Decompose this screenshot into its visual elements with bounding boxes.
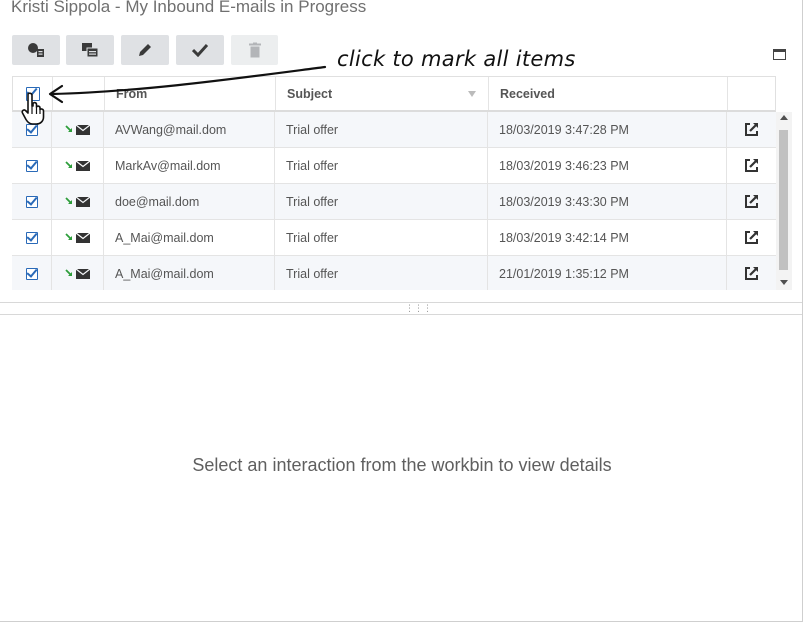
row-checkbox-cell[interactable] bbox=[12, 184, 52, 219]
row-received: 18/03/2019 3:46:23 PM bbox=[488, 148, 727, 183]
column-header-subject-label: Subject bbox=[287, 86, 333, 101]
panel-splitter[interactable]: ⋮⋮⋮ bbox=[0, 302, 802, 315]
edit-button[interactable] bbox=[121, 35, 169, 65]
workbin-move-icon bbox=[82, 43, 99, 58]
open-external-icon[interactable] bbox=[744, 158, 759, 173]
details-empty-message: Select an interaction from the workbin t… bbox=[192, 455, 612, 475]
row-open-cell[interactable] bbox=[727, 220, 776, 255]
workbin-grid: From Subject Received AVWang@mail.dom Tr… bbox=[12, 76, 776, 290]
annotation-callout: click to mark all items bbox=[337, 47, 576, 71]
inbound-email-icon bbox=[64, 232, 90, 243]
header-action-column bbox=[728, 77, 776, 110]
scroll-down-icon[interactable] bbox=[780, 280, 788, 285]
row-type-cell bbox=[52, 256, 104, 290]
row-open-cell[interactable] bbox=[727, 256, 776, 290]
row-subject: Trial offer bbox=[275, 184, 488, 219]
table-row[interactable]: A_Mai@mail.dom Trial offer 21/01/2019 1:… bbox=[12, 256, 776, 290]
grid-header-row: From Subject Received bbox=[12, 76, 776, 112]
open-external-icon[interactable] bbox=[744, 122, 759, 137]
edit-pencil-icon bbox=[139, 44, 151, 56]
inbound-email-icon bbox=[64, 268, 90, 279]
row-subject: Trial offer bbox=[275, 256, 488, 290]
row-from: MarkAv@mail.dom bbox=[104, 148, 275, 183]
row-from: A_Mai@mail.dom bbox=[104, 256, 275, 290]
column-header-received[interactable]: Received bbox=[489, 77, 728, 110]
move-to-workbin-button[interactable] bbox=[66, 35, 114, 65]
grid-scrollbar[interactable] bbox=[776, 112, 792, 290]
scroll-thumb[interactable] bbox=[779, 130, 788, 270]
row-received: 18/03/2019 3:43:30 PM bbox=[488, 184, 727, 219]
inbound-email-icon bbox=[64, 196, 90, 207]
row-from: A_Mai@mail.dom bbox=[104, 220, 275, 255]
inbound-email-icon bbox=[64, 124, 90, 135]
mark-done-button[interactable] bbox=[176, 35, 224, 65]
column-header-from[interactable]: From bbox=[105, 77, 276, 110]
row-from: AVWang@mail.dom bbox=[104, 112, 275, 147]
row-from: doe@mail.dom bbox=[104, 184, 275, 219]
row-checkbox[interactable] bbox=[25, 195, 38, 208]
scroll-up-icon[interactable] bbox=[780, 115, 788, 120]
inbound-email-icon bbox=[64, 160, 90, 171]
row-open-cell[interactable] bbox=[727, 184, 776, 219]
row-open-cell[interactable] bbox=[727, 148, 776, 183]
row-received: 18/03/2019 3:42:14 PM bbox=[488, 220, 727, 255]
table-row[interactable]: A_Mai@mail.dom Trial offer 18/03/2019 3:… bbox=[12, 220, 776, 256]
maximize-icon[interactable] bbox=[773, 49, 786, 60]
table-row[interactable]: MarkAv@mail.dom Trial offer 18/03/2019 3… bbox=[12, 148, 776, 184]
transfer-button[interactable] bbox=[12, 35, 60, 65]
row-open-cell[interactable] bbox=[727, 112, 776, 147]
table-row[interactable]: doe@mail.dom Trial offer 18/03/2019 3:43… bbox=[12, 184, 776, 220]
row-subject: Trial offer bbox=[275, 148, 488, 183]
row-received: 18/03/2019 3:47:28 PM bbox=[488, 112, 727, 147]
row-checkbox[interactable] bbox=[25, 159, 38, 172]
row-type-cell bbox=[52, 184, 104, 219]
row-checkbox[interactable] bbox=[25, 231, 38, 244]
grip-icon[interactable]: ⋮⋮⋮ bbox=[405, 304, 432, 313]
table-row[interactable]: AVWang@mail.dom Trial offer 18/03/2019 3… bbox=[12, 112, 776, 148]
row-checkbox-cell[interactable] bbox=[12, 220, 52, 255]
column-header-subject[interactable]: Subject bbox=[276, 77, 489, 110]
row-checkbox-cell[interactable] bbox=[12, 148, 52, 183]
delete-trash-icon bbox=[248, 42, 261, 58]
row-type-cell bbox=[52, 148, 104, 183]
row-received: 21/01/2019 1:35:12 PM bbox=[488, 256, 727, 290]
row-type-cell bbox=[52, 220, 104, 255]
sort-arrow-icon[interactable] bbox=[468, 91, 476, 97]
workbin-transfer-icon bbox=[28, 43, 44, 57]
delete-button[interactable] bbox=[231, 35, 278, 65]
open-external-icon[interactable] bbox=[744, 266, 759, 281]
row-subject: Trial offer bbox=[275, 220, 488, 255]
page-title: Kristi Sippola - My Inbound E-mails in P… bbox=[11, 0, 367, 16]
open-external-icon[interactable] bbox=[744, 194, 759, 209]
row-checkbox-cell[interactable] bbox=[12, 256, 52, 290]
header-icon-column bbox=[53, 77, 105, 110]
row-subject: Trial offer bbox=[275, 112, 488, 147]
hand-cursor-icon bbox=[21, 92, 45, 125]
row-checkbox[interactable] bbox=[25, 267, 38, 280]
row-type-cell bbox=[52, 112, 104, 147]
mark-done-check-icon bbox=[192, 43, 208, 57]
open-external-icon[interactable] bbox=[744, 230, 759, 245]
